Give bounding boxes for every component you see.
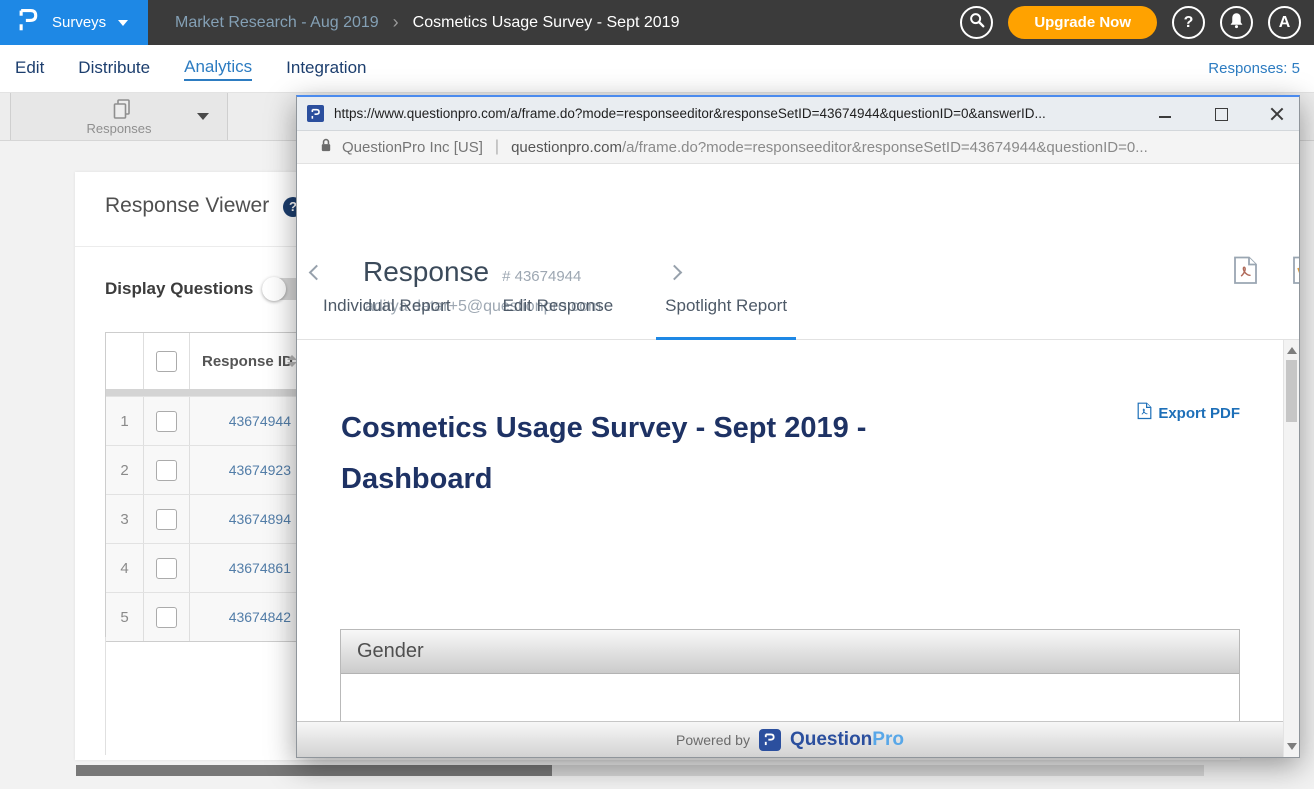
table-row: 2 43674923 xyxy=(106,445,300,494)
row-number: 3 xyxy=(106,495,144,543)
row-checkbox[interactable] xyxy=(156,558,177,579)
popup-vertical-scrollbar[interactable] xyxy=(1283,340,1299,757)
vertical-scrollbar-thumb[interactable] xyxy=(1286,360,1297,422)
powered-by-label: Powered by xyxy=(676,732,750,748)
maximize-icon[interactable] xyxy=(1213,106,1229,122)
nav-item-integration[interactable]: Integration xyxy=(286,58,366,80)
screen: Surveys Market Research - Aug 2019 › Cos… xyxy=(0,0,1314,789)
breadcrumb-parent-link[interactable]: Market Research - Aug 2019 xyxy=(175,14,379,32)
security-domain: questionpro.com xyxy=(511,139,622,156)
certificate-org[interactable]: QuestionPro Inc [US] xyxy=(342,139,483,156)
horizontal-scrollbar[interactable] xyxy=(76,765,1204,776)
minimize-icon[interactable] xyxy=(1157,106,1173,122)
table-header-row: Response ID xyxy=(106,333,300,389)
window-controls xyxy=(1157,106,1285,122)
response-id-cell[interactable]: 43674842 xyxy=(190,593,300,641)
row-checkbox[interactable] xyxy=(156,460,177,481)
response-editor-popup: https://www.questionpro.com/a/frame.do?m… xyxy=(296,95,1300,758)
surveys-menu-label: Surveys xyxy=(52,14,106,31)
toggle-knob xyxy=(262,277,286,301)
tab-individual-report[interactable]: Individual Report xyxy=(321,272,453,340)
gender-chart-area xyxy=(341,674,1239,721)
popup-title-bar[interactable]: https://www.questionpro.com/a/frame.do?m… xyxy=(297,97,1299,131)
scroll-down-arrow-icon[interactable] xyxy=(1287,743,1297,750)
account-avatar[interactable]: A xyxy=(1268,6,1301,39)
powered-by-footer: Powered by QuestionPro xyxy=(297,721,1283,757)
select-all-checkbox[interactable] xyxy=(156,351,177,372)
security-bar: QuestionPro Inc [US] | questionpro.com /… xyxy=(297,131,1299,164)
table-row: 4 43674861 xyxy=(106,543,300,592)
tab-spotlight-report[interactable]: Spotlight Report xyxy=(663,272,789,340)
responses-table: Response ID 1 43674944 2 43674923 3 4367… xyxy=(105,332,301,642)
gender-section: Gender xyxy=(340,629,1240,721)
top-bar: Surveys Market Research - Aug 2019 › Cos… xyxy=(0,0,1314,45)
responses-count: Responses: 5 xyxy=(1208,60,1314,77)
nav-item-edit[interactable]: Edit xyxy=(15,58,44,80)
search-icon xyxy=(968,11,986,34)
surveys-menu[interactable]: Surveys xyxy=(0,0,148,45)
survey-nav: Edit Distribute Analytics Integration Re… xyxy=(0,45,1314,93)
surveys-caret-icon xyxy=(118,20,128,26)
close-icon[interactable] xyxy=(1269,106,1285,122)
scroll-up-arrow-icon[interactable] xyxy=(1287,347,1297,354)
top-actions: Upgrade Now ? A xyxy=(960,6,1314,39)
row-checkbox[interactable] xyxy=(156,607,177,628)
questionpro-logo-icon xyxy=(16,7,40,38)
row-number: 4 xyxy=(106,544,144,592)
nav-item-analytics[interactable]: Analytics xyxy=(184,57,252,81)
popup-url: https://www.questionpro.com/a/frame.do?m… xyxy=(334,106,1134,121)
security-divider: | xyxy=(495,138,499,156)
export-pdf-icon xyxy=(1137,402,1152,424)
breadcrumb-current: Cosmetics Usage Survey - Sept 2019 xyxy=(413,14,680,32)
response-viewer-heading: Response Viewer xyxy=(105,194,269,218)
response-id-cell[interactable]: 43674944 xyxy=(190,397,300,445)
dashboard-title: Cosmetics Usage Survey - Sept 2019 - Das… xyxy=(341,403,981,505)
notifications-button[interactable] xyxy=(1220,6,1253,39)
response-id-cell[interactable]: 43674894 xyxy=(190,495,300,543)
bell-icon xyxy=(1228,12,1245,34)
table-row: 5 43674842 xyxy=(106,592,300,641)
table-left-border xyxy=(105,637,106,755)
questionpro-favicon xyxy=(307,105,324,122)
lock-icon xyxy=(319,137,333,158)
table-row: 3 43674894 xyxy=(106,494,300,543)
row-number: 5 xyxy=(106,593,144,641)
upgrade-now-button[interactable]: Upgrade Now xyxy=(1008,6,1157,39)
nav-item-distribute[interactable]: Distribute xyxy=(78,58,150,80)
help-button[interactable]: ? xyxy=(1172,6,1205,39)
responses-tab-caret-icon[interactable] xyxy=(197,113,209,120)
horizontal-scrollbar-thumb[interactable] xyxy=(76,765,552,776)
export-pdf-link[interactable]: Export PDF xyxy=(1137,402,1240,424)
row-number: 2 xyxy=(106,446,144,494)
display-questions-label: Display Questions xyxy=(105,279,253,299)
spotlight-report-content: Cosmetics Usage Survey - Sept 2019 - Das… xyxy=(297,340,1283,721)
questionpro-footer-logo-icon xyxy=(759,729,781,751)
row-number: 1 xyxy=(106,397,144,445)
breadcrumb: Market Research - Aug 2019 › Cosmetics U… xyxy=(175,12,679,33)
response-header: Response # 43674944 aditya.datar+5@quest… xyxy=(297,164,1299,272)
row-checkbox[interactable] xyxy=(156,411,177,432)
header-separator xyxy=(106,389,300,396)
table-row: 1 43674944 xyxy=(106,396,300,445)
response-id-cell[interactable]: 43674861 xyxy=(190,544,300,592)
tab-edit-response[interactable]: Edit Response xyxy=(501,272,616,340)
response-id-column-header[interactable]: Response ID xyxy=(202,353,293,370)
responses-tab-label: Responses xyxy=(11,121,227,136)
questionpro-wordmark: QuestionPro xyxy=(790,729,904,751)
responses-toolbar-tab[interactable]: Responses xyxy=(10,93,228,140)
search-button[interactable] xyxy=(960,6,993,39)
gender-section-header: Gender xyxy=(341,630,1239,674)
export-pdf-label: Export PDF xyxy=(1158,405,1240,422)
breadcrumb-separator: › xyxy=(393,12,399,33)
popup-tabs: Individual Report Edit Response Spotligh… xyxy=(297,272,1299,340)
security-path: /a/frame.do?mode=responseeditor&response… xyxy=(622,139,1148,156)
response-id-cell[interactable]: 43674923 xyxy=(190,446,300,494)
row-checkbox[interactable] xyxy=(156,509,177,530)
